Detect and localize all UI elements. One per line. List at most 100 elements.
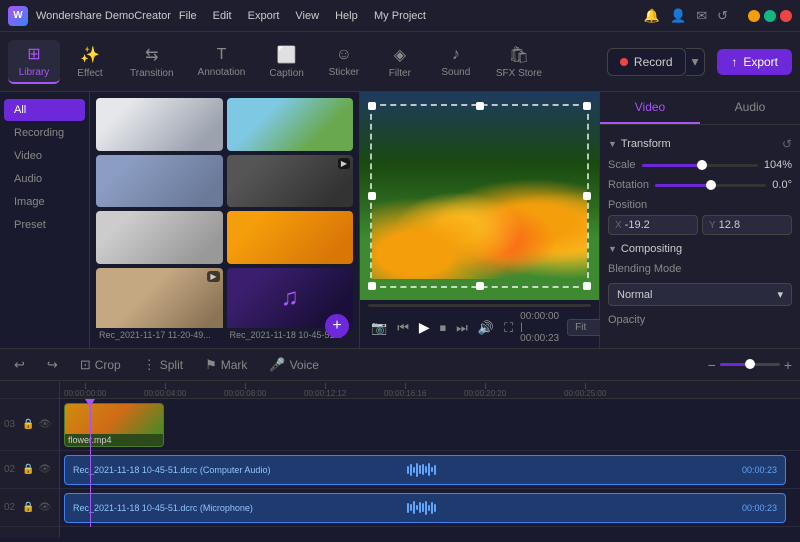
selection-box — [370, 104, 589, 288]
zoom-out-button[interactable]: − — [708, 357, 716, 373]
tool-sticker[interactable]: ☺ Sticker — [318, 42, 370, 82]
tool-annotation[interactable]: T Annotation — [188, 42, 256, 82]
app-name: Wondershare DemoCreator — [36, 10, 171, 22]
timeline-main: 03 🔒 👁 02 🔒 👁 02 🔒 👁 — [0, 381, 800, 538]
transition-icon: ⇆ — [145, 45, 158, 65]
category-preset[interactable]: Preset — [4, 214, 85, 236]
category-all[interactable]: All — [4, 99, 85, 121]
timeline-toolbar: ↩ ↪ ⊡ Crop ⋮ Split ⚑ Mark 🎤 Voice − — [0, 349, 800, 381]
media-item-0[interactable]: Rec_2021-11-11 10-22-01... — [96, 98, 223, 151]
track02a-eye-icon[interactable]: 👁 — [38, 464, 51, 475]
export-button[interactable]: ↑ Export — [717, 49, 792, 75]
handle-tr[interactable] — [583, 102, 591, 110]
undo-button[interactable]: ↩ — [8, 354, 31, 376]
record-dropdown-button[interactable]: ▾ — [686, 48, 706, 76]
media-item-6[interactable]: ▶ Rec_2021-11-17 11-20-49... — [96, 268, 223, 342]
menu-edit[interactable]: Edit — [213, 10, 232, 22]
tool-sfx[interactable]: 🛍 SFX Store — [486, 41, 552, 83]
media-item-1[interactable]: Rec_2021-11-17 10-05-49... — [227, 98, 354, 151]
media-item-2[interactable]: Rec_2021-11-17 10-08-35... — [96, 155, 223, 208]
menu-view[interactable]: View — [295, 10, 319, 22]
menu-file[interactable]: File — [179, 10, 197, 22]
tool-caption[interactable]: ⬜ Caption — [259, 41, 313, 83]
handle-tm[interactable] — [476, 102, 484, 110]
tool-filter[interactable]: ◈ Filter — [374, 41, 426, 83]
next-frame-button[interactable]: ⏭ — [453, 318, 471, 338]
video-track-03: flower.mp4 — [60, 399, 800, 451]
progress-bar[interactable] — [368, 304, 591, 307]
tool-transition[interactable]: ⇆ Transition — [120, 41, 184, 83]
screenshot-button[interactable]: 📷 — [368, 318, 390, 338]
handle-mr[interactable] — [583, 192, 591, 200]
notification-icon[interactable]: 🔔 — [644, 8, 660, 24]
volume-button[interactable]: 🔊 — [475, 318, 497, 338]
tab-audio[interactable]: Audio — [700, 92, 800, 124]
split-button[interactable]: ⋮ Split — [137, 354, 189, 376]
track02a-lock-icon[interactable]: 🔒 — [22, 464, 34, 475]
menu-help[interactable]: Help — [335, 10, 358, 22]
blending-mode-dropdown[interactable]: Normal ▾ — [608, 283, 792, 306]
close-button[interactable]: × — [780, 10, 792, 22]
category-image[interactable]: Image — [4, 191, 85, 213]
zoom-slider[interactable] — [720, 363, 780, 366]
position-section: Position X -19.2 Y 12.8 — [608, 199, 792, 235]
voice-button[interactable]: 🎤 Voice — [263, 354, 325, 376]
position-x-input[interactable]: X -19.2 — [608, 215, 698, 235]
properties-tabs: Video Audio — [600, 92, 800, 125]
category-video[interactable]: Video — [4, 145, 85, 167]
handle-ml[interactable] — [368, 192, 376, 200]
media-item-5[interactable]: Rec_2021-11-17 11-13-26... — [227, 211, 354, 264]
handle-bl[interactable] — [368, 282, 376, 290]
app-logo: W — [8, 6, 28, 26]
media-item-3[interactable]: ▶ Rec_2021-11-17 10-11-12... — [227, 155, 354, 208]
sticker-icon: ☺ — [336, 46, 352, 64]
scale-slider[interactable] — [642, 164, 758, 167]
audio-clip-computer[interactable]: Rec_2021-11-18 10-45-51.dcrc (Computer A… — [64, 455, 786, 485]
crop-icon: ⊡ — [80, 357, 91, 373]
voice-icon: 🎤 — [269, 357, 285, 373]
tool-sound[interactable]: ♪ Sound — [430, 42, 482, 82]
handle-tl[interactable] — [368, 102, 376, 110]
track02b-lock-icon[interactable]: 🔒 — [22, 502, 34, 513]
stop-button[interactable]: ⏹ — [437, 318, 450, 338]
video-clip-flower[interactable]: flower.mp4 — [64, 403, 164, 447]
menu-export[interactable]: Export — [248, 10, 280, 22]
record-button[interactable]: Record — [607, 48, 686, 76]
refresh-icon[interactable]: ↺ — [717, 8, 728, 24]
crop-button[interactable]: ⊡ Crop — [74, 354, 127, 376]
category-recording[interactable]: Recording — [4, 122, 85, 144]
tool-effect[interactable]: ✨ Effect — [64, 41, 116, 83]
rotation-slider[interactable] — [655, 184, 766, 187]
zoom-in-button[interactable]: + — [784, 357, 792, 373]
track03-eye-icon[interactable]: 👁 — [38, 419, 51, 430]
category-audio[interactable]: Audio — [4, 168, 85, 190]
effect-icon: ✨ — [80, 45, 100, 65]
filter-icon: ◈ — [394, 45, 406, 65]
fullscreen-button[interactable]: ⛶ — [501, 318, 516, 338]
tool-library[interactable]: ⊞ Library — [8, 40, 60, 84]
clip-thumbnail — [65, 404, 163, 434]
opacity-row: Opacity — [608, 314, 792, 326]
position-y-input[interactable]: Y 12.8 — [702, 215, 792, 235]
add-media-button[interactable]: + — [325, 314, 349, 338]
media-item-4[interactable]: Rec_2021-11-17 10-24-45... — [96, 211, 223, 264]
handle-bm[interactable] — [476, 282, 484, 290]
annotation-icon: T — [217, 46, 227, 64]
transform-reset-button[interactable]: ↺ — [782, 137, 792, 151]
prev-frame-button[interactable]: ⏮ — [394, 318, 412, 338]
track03-lock-icon[interactable]: 🔒 — [22, 419, 34, 430]
track02b-eye-icon[interactable]: 👁 — [38, 502, 51, 513]
sfx-icon: 🛍 — [509, 45, 529, 65]
play-button[interactable]: ▶ — [416, 317, 433, 338]
maximize-button[interactable]: □ — [764, 10, 776, 22]
title-icons: 🔔 👤 ✉ ↺ — [644, 8, 728, 24]
tab-video[interactable]: Video — [600, 92, 700, 124]
handle-br[interactable] — [583, 282, 591, 290]
redo-button[interactable]: ↪ — [41, 354, 64, 376]
mark-button[interactable]: ⚑ Mark — [199, 354, 253, 376]
playhead[interactable] — [90, 399, 91, 527]
audio-clip-microphone[interactable]: Rec_2021-11-18 10-45-51.dcrc (Microphone… — [64, 493, 786, 523]
user-icon[interactable]: 👤 — [670, 8, 686, 24]
minimize-button[interactable]: − — [748, 10, 760, 22]
mail-icon[interactable]: ✉ — [696, 8, 707, 24]
